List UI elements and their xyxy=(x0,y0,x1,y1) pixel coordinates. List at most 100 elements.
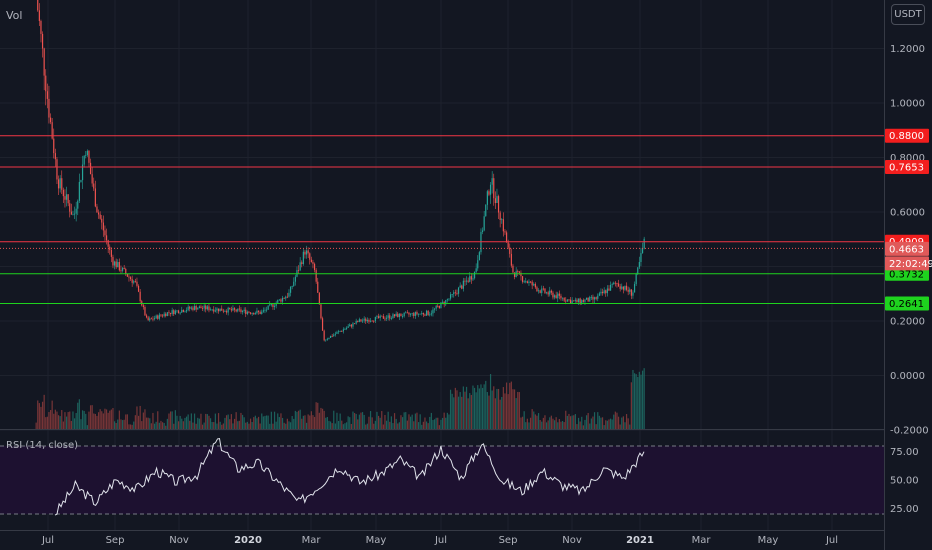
volume-bar xyxy=(333,410,335,429)
currency-button[interactable]: USDT xyxy=(891,4,925,25)
candle-body xyxy=(494,198,496,204)
candle-body xyxy=(629,289,631,292)
volume-bar xyxy=(105,409,108,429)
volume-bar xyxy=(144,409,146,429)
volume-bar xyxy=(213,422,215,429)
candle-body xyxy=(601,291,604,294)
candle-body xyxy=(486,191,488,205)
volume-bar xyxy=(149,418,151,429)
candle-body xyxy=(595,297,597,299)
candle-body xyxy=(83,155,85,165)
volume-bar xyxy=(571,415,573,429)
candle-body xyxy=(400,313,402,317)
candle-body xyxy=(96,206,98,213)
candle-body xyxy=(355,320,357,324)
candle-body xyxy=(512,265,514,273)
volume-bar xyxy=(291,416,293,429)
volume-bar xyxy=(603,425,605,429)
candle-body xyxy=(483,216,485,231)
candle-body xyxy=(640,253,642,263)
candle-body xyxy=(385,317,388,319)
rsi-indicator-label[interactable]: RSI (14, close) xyxy=(6,440,78,451)
volume-bar xyxy=(473,387,476,429)
volume-bar xyxy=(195,423,197,429)
volume-bar xyxy=(395,418,397,429)
volume-bar xyxy=(598,415,600,429)
candle-body xyxy=(539,290,541,293)
volume-bar xyxy=(409,416,412,429)
volume-bar xyxy=(504,393,506,429)
volume-bar xyxy=(374,420,376,429)
volume-indicator-label[interactable]: Vol xyxy=(6,9,22,22)
volume-bar xyxy=(568,413,570,429)
candle-body xyxy=(264,309,266,311)
candle-body xyxy=(627,289,629,292)
volume-bar xyxy=(296,411,298,429)
volume-bar xyxy=(197,417,199,429)
candle-body xyxy=(379,315,381,319)
volume-bar xyxy=(222,423,224,429)
time-tick-label: 2020 xyxy=(234,535,262,546)
volume-bar xyxy=(269,423,271,429)
candle-body xyxy=(581,300,583,304)
volume-bar xyxy=(235,412,237,429)
volume-bar xyxy=(246,421,248,429)
candle-body xyxy=(313,263,316,271)
candle-body xyxy=(464,280,466,282)
volume-bar xyxy=(534,414,536,429)
candle-body xyxy=(101,218,103,223)
volume-bar xyxy=(160,420,162,429)
candle-body xyxy=(62,189,64,197)
volume-bar xyxy=(499,399,501,429)
volume-bar xyxy=(253,417,255,429)
candle-body xyxy=(619,286,621,289)
candle-body xyxy=(288,292,290,297)
candle-body xyxy=(333,334,335,337)
volume-bar xyxy=(475,392,477,429)
volume-bar xyxy=(461,396,463,429)
candle-body xyxy=(435,305,437,309)
volume-bar xyxy=(217,413,220,429)
candle-body xyxy=(624,285,626,290)
candle-body xyxy=(45,75,47,92)
volume-bar xyxy=(262,416,264,429)
candle-body xyxy=(417,313,420,315)
volume-bar xyxy=(421,424,423,429)
volume-bar xyxy=(206,414,208,429)
volume-bar xyxy=(136,406,138,429)
candle-body xyxy=(609,284,612,291)
candle-body xyxy=(499,212,501,221)
volume-bar xyxy=(403,412,405,429)
volume-bar xyxy=(102,413,104,429)
candle-body xyxy=(89,162,92,175)
candle-body xyxy=(590,296,592,298)
candle-body xyxy=(46,91,48,99)
candle-body xyxy=(241,310,244,312)
candle-body xyxy=(453,292,455,295)
time-tick-label: Mar xyxy=(302,535,322,546)
volume-bar xyxy=(168,413,170,429)
volume-bar xyxy=(198,418,200,429)
volume-bar xyxy=(566,415,568,429)
trading-chart[interactable]: 1.20001.00000.80000.60000.20000.0000-0.2… xyxy=(0,0,932,550)
volume-bar xyxy=(529,417,532,429)
volume-bar xyxy=(305,422,308,429)
volume-bar xyxy=(69,411,71,429)
volume-bar xyxy=(427,423,429,429)
volume-bar xyxy=(536,415,538,429)
volume-bar xyxy=(120,419,122,429)
candle-body xyxy=(267,305,269,310)
volume-bar xyxy=(254,415,256,429)
candle-body xyxy=(291,286,293,287)
candle-body xyxy=(238,308,240,310)
volume-bar xyxy=(62,421,64,429)
candle-body xyxy=(365,318,367,322)
volume-bar xyxy=(608,419,610,429)
candle-body xyxy=(307,250,309,254)
volume-bar xyxy=(86,425,88,429)
candle-body xyxy=(433,308,436,310)
rsi-tick-label: 75.00 xyxy=(890,447,919,458)
candle-body xyxy=(153,318,156,320)
time-tick-label: Mar xyxy=(692,535,712,546)
candle-body xyxy=(584,299,586,302)
